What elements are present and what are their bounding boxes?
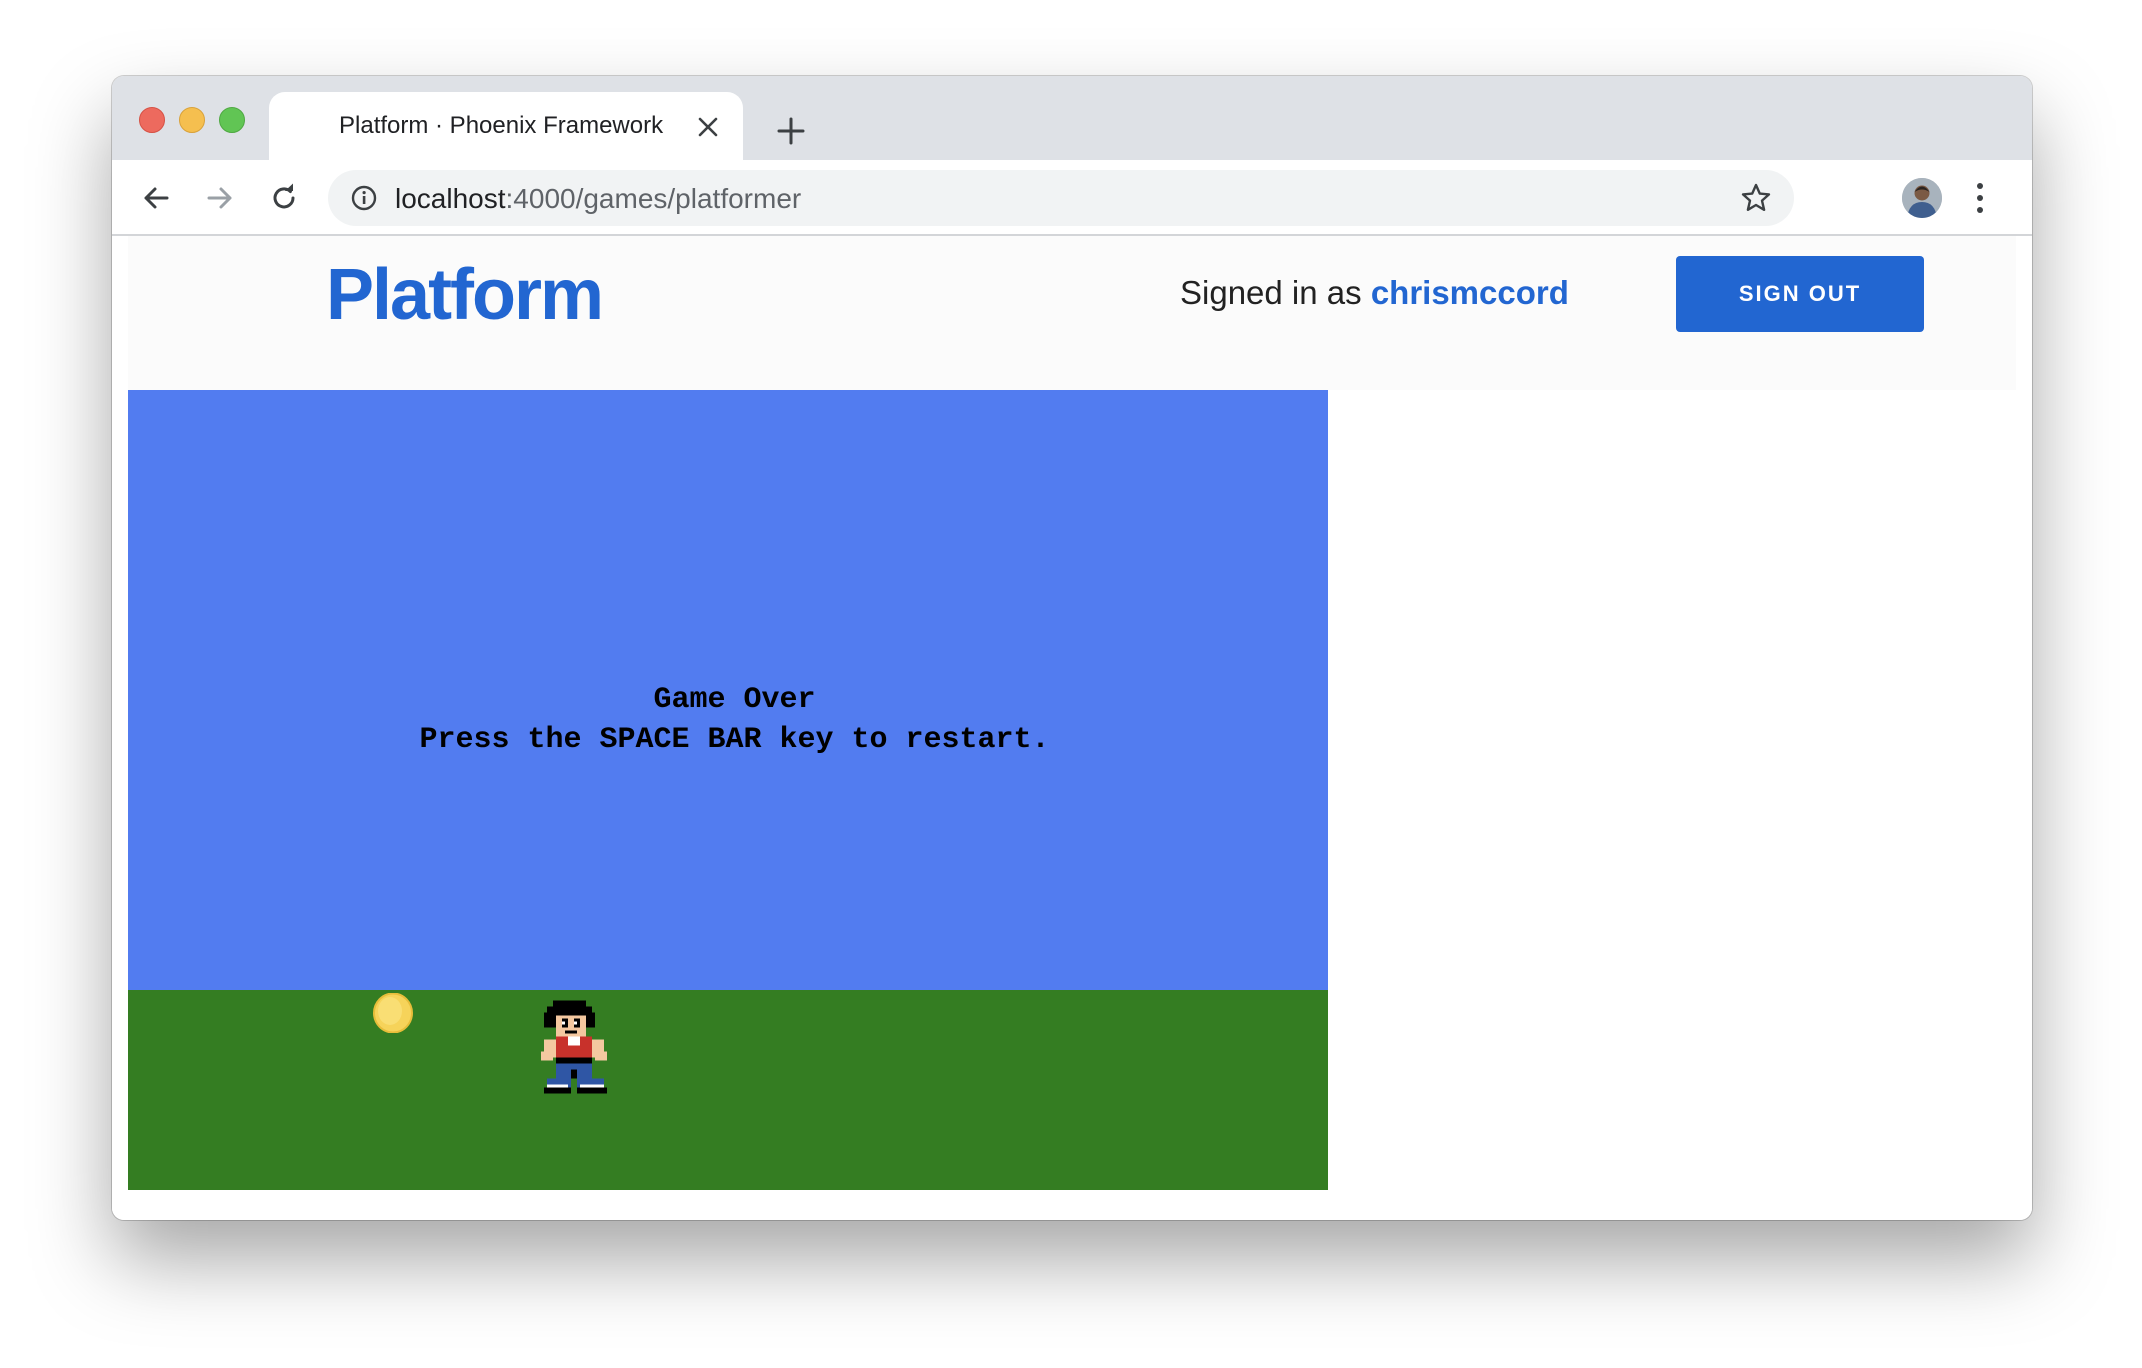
game-canvas[interactable]: Game Over Press the SPACE BAR key to res… bbox=[128, 390, 1328, 1190]
profile-icon bbox=[1902, 178, 1942, 218]
browser-toolbar: localhost:4000/games/platformer bbox=[112, 160, 2032, 236]
game-over-title: Game Over bbox=[653, 683, 816, 717]
back-arrow-icon[interactable] bbox=[140, 182, 172, 214]
forward-arrow-icon[interactable] bbox=[204, 182, 236, 214]
close-window-button[interactable] bbox=[139, 107, 165, 133]
reload-icon[interactable] bbox=[268, 182, 300, 214]
url-host: localhost bbox=[395, 183, 506, 214]
tab-active[interactable]: Platform · Phoenix Framework bbox=[269, 92, 743, 160]
url-text: localhost:4000/games/platformer bbox=[395, 183, 801, 215]
logo[interactable]: Platform bbox=[326, 254, 604, 336]
close-icon[interactable] bbox=[697, 116, 719, 138]
address-bar[interactable]: localhost:4000/games/platformer bbox=[328, 170, 1794, 226]
username-link[interactable]: chrismccord bbox=[1371, 274, 1569, 311]
restart-instructions: Press the SPACE BAR key to restart. bbox=[419, 723, 1050, 757]
signed-in-status: Signed in as chrismccord bbox=[1180, 274, 1569, 312]
site-header: Platform Signed in as chrismccord SIGN O… bbox=[128, 236, 2016, 390]
info-icon[interactable] bbox=[350, 184, 378, 212]
coin-icon bbox=[373, 993, 413, 1033]
minimize-window-button[interactable] bbox=[179, 107, 205, 133]
game-over-message: Game Over Press the SPACE BAR key to res… bbox=[128, 680, 1328, 760]
ground bbox=[128, 990, 1328, 1190]
signed-in-prefix: Signed in as bbox=[1180, 274, 1362, 311]
avatar[interactable] bbox=[1902, 178, 1942, 218]
tab-title: Platform · Phoenix Framework bbox=[339, 112, 664, 139]
browser-window: Platform · Phoenix Framework localhost:4… bbox=[112, 76, 2032, 1220]
tab-strip: Platform · Phoenix Framework bbox=[112, 76, 2032, 160]
maximize-window-button[interactable] bbox=[219, 107, 245, 133]
sign-out-button[interactable]: SIGN OUT bbox=[1676, 256, 1924, 332]
player-character-icon bbox=[541, 1000, 607, 1094]
kebab-menu-icon[interactable] bbox=[1974, 178, 1986, 218]
page-content: Platform Signed in as chrismccord SIGN O… bbox=[112, 236, 2032, 1220]
url-path: :4000/games/platformer bbox=[505, 183, 802, 214]
star-icon[interactable] bbox=[1740, 182, 1772, 214]
plus-icon[interactable] bbox=[776, 116, 806, 146]
